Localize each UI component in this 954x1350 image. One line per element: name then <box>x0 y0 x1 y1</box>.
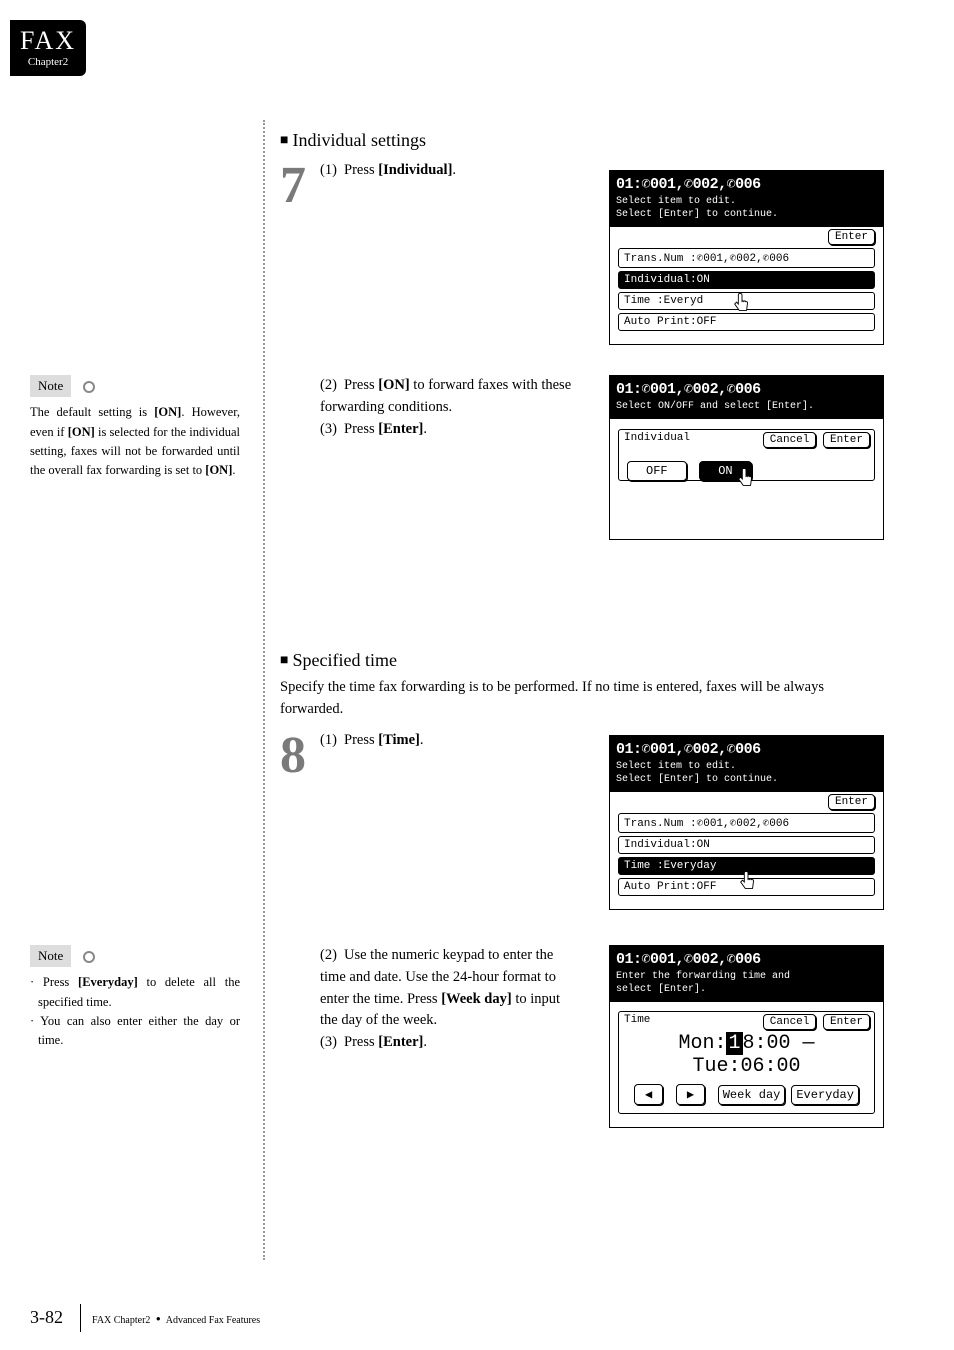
note1-text: The default setting is [ON]. However, ev… <box>30 403 240 481</box>
note-individual: Note The default setting is [ON]. Howeve… <box>30 375 240 481</box>
screen-title: 01:✆001,✆002,✆006 <box>616 175 877 195</box>
lcd-screen-time-list: 01:✆001,✆002,✆006 Select item to edit. S… <box>609 735 884 910</box>
note-icon <box>80 380 98 394</box>
screen-sub2: Select [Enter] to continue. <box>616 208 877 221</box>
tab-title: FAX <box>20 26 76 56</box>
auto-print-row[interactable]: Auto Print:OFF <box>618 878 875 896</box>
pointer-hand-icon <box>737 869 759 895</box>
note-label: Note <box>30 375 71 397</box>
individual-row[interactable]: Individual:ON <box>618 271 875 289</box>
vertical-dotted-divider <box>263 120 265 1260</box>
screen-sub: Select ON/OFF and select [Enter]. <box>616 400 877 413</box>
step8-2-3-text: (2)Use the numeric keypad to enter the t… <box>320 945 580 1054</box>
note-label: Note <box>30 945 71 967</box>
pointer-hand-icon <box>735 466 757 492</box>
enter-button[interactable]: Enter <box>828 794 875 810</box>
tab-subtitle: Chapter2 <box>20 56 76 68</box>
page-number: 3-82 <box>30 1307 63 1327</box>
off-button[interactable]: OFF <box>627 461 687 481</box>
pointer-hand-icon <box>731 291 753 317</box>
enter-button[interactable]: Enter <box>823 432 870 448</box>
trans-num-row[interactable]: Trans.Num :✆001,✆002,✆006 <box>618 813 875 833</box>
chapter-tab: FAX Chapter2 <box>10 20 86 76</box>
cancel-button[interactable]: Cancel <box>763 1014 817 1030</box>
screen-sub1: Select item to edit. <box>616 195 877 208</box>
time-range-display: Mon:18:00 — Tue:06:00 <box>624 1032 869 1078</box>
screen-sub2: Select [Enter] to continue. <box>616 773 877 786</box>
step-number-7: 7 <box>280 160 316 212</box>
time-label: Time <box>624 1014 650 1026</box>
enter-button[interactable]: Enter <box>828 229 875 245</box>
cancel-button[interactable]: Cancel <box>763 432 817 448</box>
specified-time-heading: ■Specified time <box>280 650 884 671</box>
screen-sub2: select [Enter]. <box>616 983 877 996</box>
lcd-screen-time-entry: 01:✆001,✆002,✆006 Enter the forwarding t… <box>609 945 884 1128</box>
everyday-button[interactable]: Everyday <box>791 1085 859 1105</box>
note-time: Note · Press [Everyday] to delete all th… <box>30 945 240 1051</box>
weekday-button[interactable]: Week day <box>718 1085 786 1105</box>
screen-sub1: Select item to edit. <box>616 760 877 773</box>
screen-title: 01:✆001,✆002,✆006 <box>616 950 877 970</box>
note-icon <box>80 950 98 964</box>
individual-row[interactable]: Individual:ON <box>618 836 875 854</box>
right-arrow-button[interactable]: ▶ <box>676 1084 705 1105</box>
left-arrow-button[interactable]: ◀ <box>634 1084 663 1105</box>
enter-button[interactable]: Enter <box>823 1014 870 1030</box>
page-footer: 3-82 FAX Chapter2 ● Advanced Fax Feature… <box>30 1307 260 1328</box>
specified-time-para: Specify the time fax forwarding is to be… <box>280 677 884 721</box>
lcd-screen-individual-list: 01:✆001,✆002,✆006 Select item to edit. S… <box>609 170 884 345</box>
lcd-screen-individual-onoff: 01:✆001,✆002,✆006 Select ON/OFF and sele… <box>609 375 884 540</box>
individual-label: Individual <box>624 432 690 444</box>
step-number-8: 8 <box>280 730 316 782</box>
note2-item2: · You can also enter either the day or t… <box>30 1012 240 1051</box>
bullet-square-icon: ■ <box>280 653 288 668</box>
step7-1-text: (1)Press [Individual]. <box>320 160 580 182</box>
time-row[interactable]: Time :Everyd <box>618 292 875 310</box>
screen-title: 01:✆001,✆002,✆006 <box>616 740 877 760</box>
individual-settings-heading: ■Individual settings <box>280 130 884 151</box>
step7-2-3-text: (2)Press [ON] to forward faxes with thes… <box>320 375 580 440</box>
trans-num-row[interactable]: Trans.Num :✆001,✆002,✆006 <box>618 248 875 268</box>
note2-item1: · Press [Everyday] to delete all the spe… <box>30 973 240 1012</box>
screen-sub1: Enter the forwarding time and <box>616 970 877 983</box>
step8-1-text: (1)Press [Time]. <box>320 730 580 752</box>
screen-title: 01:✆001,✆002,✆006 <box>616 380 877 400</box>
bullet-square-icon: ■ <box>280 133 288 148</box>
